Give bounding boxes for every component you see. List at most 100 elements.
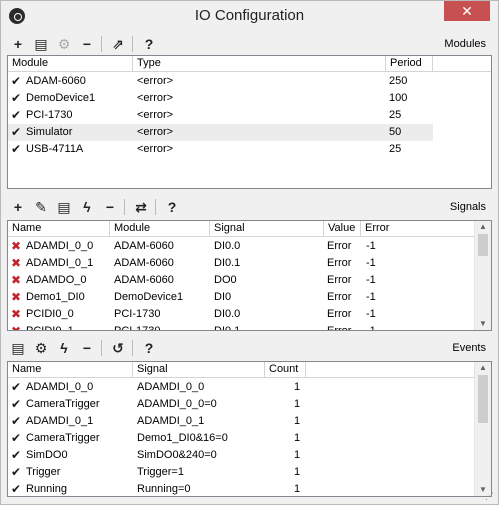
module-settings-button[interactable]: ⚙ [55, 35, 73, 53]
event-settings-button[interactable]: ⚙ [32, 339, 50, 357]
module-period: 50 [389, 126, 402, 138]
column-header-name[interactable]: Name [8, 362, 133, 377]
signal-error: -1 [366, 257, 376, 269]
module-period: 250 [389, 75, 408, 87]
edit-signal-button[interactable]: ✎ [32, 198, 50, 216]
reset-button[interactable]: ↺ [109, 339, 127, 357]
signal-value: Error [327, 257, 352, 269]
close-button[interactable]: ✕ [444, 1, 490, 21]
check-icon: ✔ [11, 380, 22, 394]
column-header-signal[interactable]: Signal [133, 362, 265, 377]
event-name: Running [26, 483, 67, 495]
column-header-signal[interactable]: Signal [210, 221, 324, 236]
signal-value: Error [327, 325, 352, 331]
help-button[interactable]: ? [140, 339, 158, 357]
remove-signal-button[interactable]: − [101, 198, 119, 216]
column-header-value[interactable]: Value [324, 221, 361, 236]
column-header-count[interactable]: Count [265, 362, 306, 377]
table-row-selected[interactable]: ✔ Simulator <error> 50 [8, 124, 433, 141]
event-properties-button[interactable]: ▤ [9, 339, 27, 357]
column-header-module[interactable]: Module [8, 56, 133, 71]
refresh-button[interactable]: ⇄ [132, 198, 150, 216]
signal-value: Error [327, 308, 352, 320]
table-row[interactable]: ✔ PCI-1730 <error> 25 [8, 107, 433, 124]
table-row[interactable]: ✔ ADAMDI_0_0 ADAMDI_0_0 1 [8, 379, 473, 396]
signal-channel: DI0 [214, 291, 232, 303]
event-count: 1 [294, 466, 301, 478]
table-row[interactable]: ✔ Running Running=0 1 [8, 481, 473, 496]
table-row[interactable]: ✖ ADAMDO_0 ADAM-6060 DO0 Error -1 [8, 272, 473, 289]
signal-name: ADAMDO_0 [26, 274, 87, 286]
column-header-type[interactable]: Type [133, 56, 386, 71]
module-type: <error> [137, 126, 174, 138]
table-row[interactable]: ✖ ADAMDI_0_0 ADAM-6060 DI0.0 Error -1 [8, 238, 473, 255]
signal-channel: DI0.0 [214, 240, 241, 252]
add-signal-button[interactable]: + [9, 198, 27, 216]
module-properties-button[interactable]: ▤ [32, 35, 50, 53]
resize-grip-icon[interactable]: ⋰ [485, 491, 495, 501]
run-button[interactable]: ⇗ [109, 35, 127, 53]
signal-properties-button[interactable]: ▤ [55, 198, 73, 216]
check-icon: ✔ [11, 482, 22, 496]
column-header-error[interactable]: Error [361, 221, 473, 236]
table-row[interactable]: ✖ Demo1_DI0 DemoDevice1 DI0 Error -1 [8, 289, 473, 306]
scroll-thumb[interactable] [478, 234, 488, 256]
check-icon: ✔ [11, 465, 22, 479]
event-count: 1 [294, 381, 301, 393]
event-name: ADAMDI_0_1 [26, 415, 94, 427]
lightning-button[interactable]: ϟ [55, 339, 73, 357]
help-button[interactable]: ? [140, 35, 158, 53]
error-icon: ✖ [11, 273, 22, 287]
event-signal: Running=0 [137, 483, 191, 495]
scroll-up-arrow-icon[interactable]: ▲ [475, 362, 491, 374]
table-row[interactable]: ✖ PCIDI0_1 PCI-1730 DI0.1 Error -1 [8, 323, 473, 331]
signals-panel: + ✎ ▤ ϟ − ⇄ ? Signals Name Module Signal… [7, 196, 492, 331]
column-header-name[interactable]: Name [8, 221, 110, 236]
table-row[interactable]: ✖ PCIDI0_0 PCI-1730 DI0.0 Error -1 [8, 306, 473, 323]
signal-error: -1 [366, 325, 376, 331]
module-period: 25 [389, 143, 402, 155]
table-row[interactable]: ✖ ADAMDI_0_1 ADAM-6060 DI0.1 Error -1 [8, 255, 473, 272]
table-row[interactable]: ✔ USB-4711A <error> 25 [8, 141, 433, 158]
table-row[interactable]: ✔ Trigger Trigger=1 1 [8, 464, 473, 481]
panel-splitter[interactable] [7, 332, 492, 336]
remove-event-button[interactable]: − [78, 339, 96, 357]
scroll-down-arrow-icon[interactable]: ▼ [475, 318, 491, 330]
event-count: 1 [294, 415, 301, 427]
signal-value: Error [327, 291, 352, 303]
help-button[interactable]: ? [163, 198, 181, 216]
toolbar-separator [132, 340, 133, 356]
table-row[interactable]: ✔ ADAMDI_0_1 ADAMDI_0_1 1 [8, 413, 473, 430]
signals-scrollbar[interactable]: ▲ ▼ [474, 221, 491, 330]
toolbar-separator [124, 199, 125, 215]
error-icon: ✖ [11, 256, 22, 270]
remove-module-button[interactable]: − [78, 35, 96, 53]
event-signal: ADAMDI_0_1 [137, 415, 205, 427]
module-period: 25 [389, 109, 402, 121]
module-name: PCI-1730 [26, 109, 73, 121]
scroll-thumb[interactable] [478, 375, 488, 423]
add-module-button[interactable]: + [9, 35, 27, 53]
event-count: 1 [294, 449, 301, 461]
table-row[interactable]: ✔ DemoDevice1 <error> 100 [8, 90, 433, 107]
column-header-period[interactable]: Period [386, 56, 433, 71]
signal-value: Error [327, 240, 352, 252]
event-name: CameraTrigger [26, 398, 100, 410]
column-header-module[interactable]: Module [110, 221, 210, 236]
table-row[interactable]: ✔ CameraTrigger ADAMDI_0_0=0 1 [8, 396, 473, 413]
events-scrollbar[interactable]: ▲ ▼ [474, 362, 491, 496]
event-signal: ADAMDI_0_0=0 [137, 398, 217, 410]
table-row[interactable]: ✔ CameraTrigger Demo1_DI0&16=0 1 [8, 430, 473, 447]
table-row[interactable]: ✔ SimDO0 SimDO0&240=0 1 [8, 447, 473, 464]
toolbar-separator [101, 340, 102, 356]
scroll-up-arrow-icon[interactable]: ▲ [475, 221, 491, 233]
signals-toolbar: + ✎ ▤ ϟ − ⇄ ? Signals [7, 196, 492, 218]
toolbar-separator [101, 36, 102, 52]
table-row[interactable]: ✔ ADAM-6060 <error> 250 [8, 73, 433, 90]
events-panel: ▤ ⚙ ϟ − ↺ ? Events Name Signal Count ✔ A… [7, 337, 492, 499]
lightning-button[interactable]: ϟ [78, 198, 96, 216]
event-count: 1 [294, 483, 301, 495]
module-type: <error> [137, 92, 174, 104]
event-signal: SimDO0&240=0 [137, 449, 217, 461]
signal-channel: DO0 [214, 274, 237, 286]
